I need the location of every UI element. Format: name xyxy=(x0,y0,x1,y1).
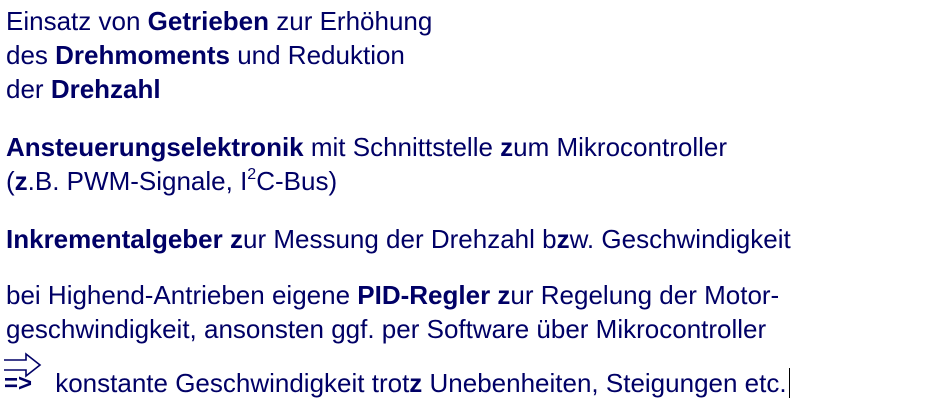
arrow-label: => xyxy=(4,370,33,397)
superscript: 2 xyxy=(247,166,257,183)
text-cursor xyxy=(788,368,790,398)
line: des Drehmoments und Reduktion xyxy=(6,38,432,72)
line: (z.B. PWM-Signale, I2C-Bus) xyxy=(6,164,727,198)
text-run: konstante Geschwindigkeit trot xyxy=(48,368,410,398)
paragraph-gearbox: Einsatz von Getrieben zur Erhöhung des D… xyxy=(6,4,432,106)
bold-term-getrieben: Getrieben xyxy=(147,6,270,36)
bold-letter: z xyxy=(556,224,570,254)
bold-term-ansteuerungselektronik: Ansteuerungselektronik xyxy=(6,132,304,162)
text-run: mit Schnittstelle xyxy=(303,132,501,162)
slide-content: Einsatz von Getrieben zur Erhöhung des D… xyxy=(0,0,943,405)
text-run: bei Highend-Antrieben eigene xyxy=(6,280,358,310)
text-run: der xyxy=(6,74,51,104)
line: Inkrementalgeber zur Messung der Drehzah… xyxy=(6,222,791,256)
text-run: ( xyxy=(6,166,15,196)
line: bei Highend-Antrieben eigene PID-Regler … xyxy=(6,278,779,312)
text-run: w. Geschwindigkeit xyxy=(569,224,791,254)
bold-term-drehmoments: Drehmoments xyxy=(55,40,230,70)
text-run xyxy=(223,224,230,254)
bold-term-drehzahl: Drehzahl xyxy=(50,74,161,104)
text-run: Unebenheiten, Steigungen etc. xyxy=(422,368,787,398)
paragraph-encoder: Inkrementalgeber zur Messung der Drehzah… xyxy=(6,222,791,256)
bold-term-inkrementalgeber: Inkrementalgeber xyxy=(6,224,223,254)
text-run: des xyxy=(6,40,56,70)
line: der Drehzahl xyxy=(6,72,432,106)
text-run: um Mikrocontroller xyxy=(513,132,727,162)
paragraph-conclusion: => konstante Geschwindigkeit trotz Unebe… xyxy=(4,352,790,400)
text-run: ur Regelung der Motor- xyxy=(510,280,780,310)
bold-letter: z xyxy=(500,132,514,162)
line: Einsatz von Getrieben zur Erhöhung xyxy=(6,4,432,38)
bold-letter: z xyxy=(229,224,243,254)
text-run: .B. PWM-Signale, I xyxy=(27,166,248,196)
bold-letter: z xyxy=(14,166,28,196)
bold-letter: z xyxy=(409,368,423,398)
double-right-arrow-icon: => xyxy=(4,352,48,397)
line: Ansteuerungselektronik mit Schnittstelle… xyxy=(6,130,727,164)
bold-term-pid-regler: PID-Regler xyxy=(357,280,491,310)
text-run: C-Bus) xyxy=(256,166,338,196)
text-run: und Reduktion xyxy=(229,40,405,70)
bold-letter: z xyxy=(497,280,511,310)
text-run: geschwindigkeit, ansonsten ggf. per Soft… xyxy=(6,314,767,344)
paragraph-control-electronics: Ansteuerungselektronik mit Schnittstelle… xyxy=(6,130,727,198)
text-run: Einsatz von xyxy=(6,6,148,36)
text-run: zur Erhöhung xyxy=(269,6,433,36)
text-run: ur Messung der Drehzahl b xyxy=(242,224,557,254)
line: geschwindigkeit, ansonsten ggf. per Soft… xyxy=(6,312,779,346)
paragraph-pid: bei Highend-Antrieben eigene PID-Regler … xyxy=(6,278,779,346)
